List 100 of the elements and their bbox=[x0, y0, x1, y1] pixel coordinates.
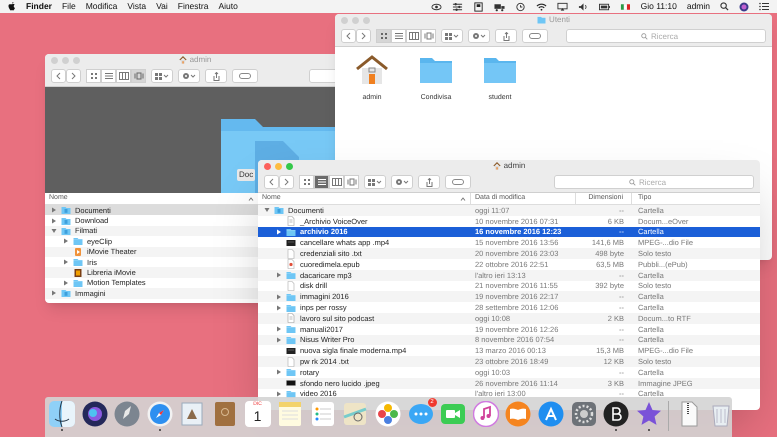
forward-icon bbox=[361, 32, 366, 40]
clock-icon[interactable] bbox=[514, 2, 526, 12]
menu-item[interactable]: Finestra bbox=[178, 0, 208, 13]
compass-icon[interactable] bbox=[146, 401, 173, 427]
menu-item[interactable]: Finder bbox=[26, 0, 52, 13]
back-button[interactable] bbox=[341, 29, 356, 43]
forward-button[interactable] bbox=[66, 69, 81, 83]
disclosure-triangle-icon[interactable] bbox=[276, 369, 282, 376]
menu-item[interactable]: Modifica bbox=[86, 0, 118, 13]
list-icon[interactable] bbox=[759, 2, 769, 11]
view-button[interactable] bbox=[116, 69, 131, 83]
menu-item[interactable]: Vista bbox=[127, 0, 146, 13]
share-icon bbox=[502, 32, 510, 40]
window-title: admin bbox=[504, 160, 526, 172]
tag-button[interactable] bbox=[445, 175, 471, 189]
view-icons-icon bbox=[88, 72, 98, 80]
box-icon[interactable] bbox=[472, 2, 484, 12]
folder-icon bbox=[73, 278, 83, 288]
back-button[interactable] bbox=[51, 69, 66, 83]
eye-icon[interactable] bbox=[430, 2, 442, 12]
menu-item[interactable]: Aiuto bbox=[218, 0, 238, 13]
open-book-icon[interactable] bbox=[505, 401, 532, 427]
grid-icon bbox=[368, 178, 382, 186]
gear-icon[interactable] bbox=[570, 401, 596, 427]
map-icon[interactable] bbox=[342, 401, 368, 427]
view-list-icon bbox=[316, 178, 326, 186]
disclosure-triangle-icon[interactable] bbox=[276, 272, 282, 278]
flag-icon[interactable] bbox=[620, 2, 631, 12]
view-button[interactable] bbox=[299, 175, 314, 189]
disclosure-triangle-icon[interactable] bbox=[63, 259, 69, 266]
tag-icon bbox=[529, 33, 541, 39]
view-list-icon bbox=[394, 32, 404, 40]
speaker-icon[interactable] bbox=[578, 2, 589, 12]
forward-icon bbox=[284, 178, 289, 186]
menu-item[interactable]: Vai bbox=[156, 0, 168, 13]
view-button[interactable] bbox=[391, 29, 406, 43]
sliders-icon[interactable] bbox=[452, 2, 463, 12]
tag-button[interactable] bbox=[522, 29, 548, 43]
action-button[interactable] bbox=[178, 69, 200, 83]
share-button[interactable] bbox=[495, 29, 517, 43]
view-button[interactable] bbox=[314, 175, 329, 189]
orb-icon[interactable] bbox=[739, 2, 749, 12]
view-cover-icon bbox=[346, 178, 356, 186]
grid-icon bbox=[445, 32, 459, 40]
tag-button[interactable] bbox=[232, 69, 258, 83]
folder-icon bbox=[61, 288, 71, 298]
menu-clock[interactable]: Gio 11:10 bbox=[640, 0, 677, 13]
forward-button[interactable] bbox=[279, 175, 294, 189]
view-button[interactable] bbox=[101, 69, 116, 83]
preview-label: Doc bbox=[237, 169, 256, 181]
back-button[interactable] bbox=[264, 175, 279, 189]
view-cover-icon bbox=[134, 72, 144, 80]
menu-item[interactable]: File bbox=[62, 0, 76, 13]
arrange-button[interactable] bbox=[151, 69, 173, 83]
arrange-button[interactable] bbox=[364, 175, 386, 189]
view-button[interactable] bbox=[329, 175, 344, 189]
letter-a-icon[interactable] bbox=[538, 401, 564, 427]
menu-user[interactable]: admin bbox=[686, 0, 710, 13]
orb-icon[interactable] bbox=[82, 401, 108, 427]
disclosure-triangle-icon[interactable] bbox=[276, 229, 282, 235]
wifi-icon[interactable] bbox=[536, 2, 547, 12]
view-button[interactable] bbox=[406, 29, 421, 43]
star-icon[interactable] bbox=[636, 401, 662, 427]
view-icons-icon bbox=[378, 32, 388, 40]
display-icon[interactable] bbox=[556, 2, 568, 12]
apple-icon[interactable] bbox=[8, 2, 16, 11]
letter-b-icon[interactable] bbox=[603, 401, 630, 427]
share-button[interactable] bbox=[418, 175, 440, 189]
view-button[interactable] bbox=[421, 29, 436, 43]
forward-button[interactable] bbox=[356, 29, 371, 43]
arrange-button[interactable] bbox=[441, 29, 463, 43]
search-field[interactable]: Ricerca bbox=[566, 29, 766, 43]
share-icon bbox=[212, 72, 220, 80]
gear-icon bbox=[472, 32, 486, 40]
view-button[interactable] bbox=[344, 175, 359, 189]
gear-icon bbox=[395, 178, 409, 186]
battery-icon[interactable] bbox=[598, 2, 610, 12]
view-columns-icon bbox=[118, 72, 128, 80]
action-button[interactable] bbox=[391, 175, 413, 189]
disclosure-triangle-icon[interactable] bbox=[276, 390, 282, 397]
document-icon bbox=[286, 313, 296, 324]
sort-caret-icon[interactable] bbox=[460, 196, 466, 200]
window-title: admin bbox=[190, 54, 212, 66]
forward-icon bbox=[71, 72, 76, 80]
view-button[interactable] bbox=[376, 29, 391, 43]
disclosure-triangle-icon[interactable] bbox=[264, 207, 270, 214]
checklist-icon[interactable] bbox=[310, 401, 336, 427]
gear-icon bbox=[182, 72, 196, 80]
share-button[interactable] bbox=[205, 69, 227, 83]
face-icon[interactable] bbox=[49, 401, 75, 427]
search-icon[interactable] bbox=[720, 2, 729, 11]
sort-caret-icon[interactable] bbox=[248, 196, 254, 200]
flower-icon[interactable] bbox=[374, 401, 401, 427]
truck-icon[interactable] bbox=[494, 2, 505, 12]
search-field[interactable]: Ricerca bbox=[554, 175, 754, 189]
music-note-icon[interactable] bbox=[472, 401, 499, 427]
action-button[interactable] bbox=[468, 29, 490, 43]
view-button[interactable] bbox=[131, 69, 146, 83]
view-button[interactable] bbox=[86, 69, 101, 83]
folder-icon bbox=[286, 324, 296, 334]
